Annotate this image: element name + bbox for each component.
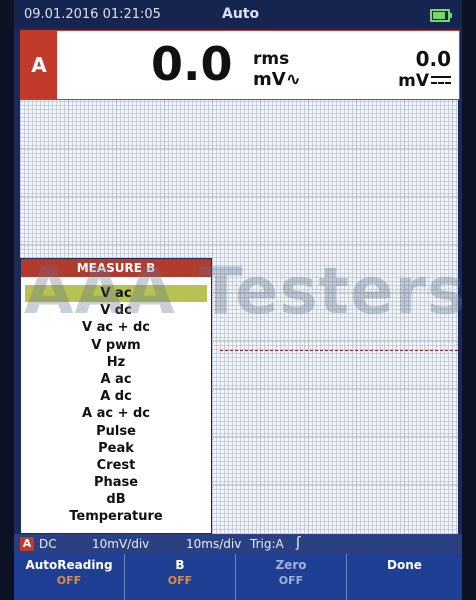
channel-badge: A xyxy=(21,31,57,99)
ac-wave-icon: ∿ xyxy=(285,69,301,90)
coupling-label: DC xyxy=(39,537,57,551)
meter-screen: 09.01.2016 01:21:05 Auto A 0.0 rms mV∿ 0… xyxy=(14,0,465,600)
unit-text: mV xyxy=(253,69,286,90)
secondary-unit: mV xyxy=(398,71,451,91)
menu-item[interactable]: Pulse xyxy=(21,423,211,440)
channel-indicator: A xyxy=(20,537,34,551)
trigger-edge-icon: ʃ xyxy=(296,535,301,551)
main-reading-value: 0.0 xyxy=(151,37,233,91)
softkey-value: OFF xyxy=(56,574,82,587)
info-bar: A DC 10mV/div 10ms/div Trig:A ʃ xyxy=(14,534,462,554)
watermark-text: AAA Testers xyxy=(24,255,467,329)
reading-panel: A 0.0 rms mV∿ 0.0 mV xyxy=(20,30,460,100)
menu-item[interactable]: Peak xyxy=(21,440,211,457)
menu-item[interactable]: Phase xyxy=(21,474,211,491)
secondary-unit-text: mV xyxy=(398,71,429,91)
zero-softkey[interactable]: Zero OFF xyxy=(236,554,347,600)
softkey-bar: AutoReading OFF B OFF Zero OFF Done xyxy=(14,554,462,600)
channel-b-softkey[interactable]: B OFF xyxy=(125,554,236,600)
rms-label: rms xyxy=(253,49,290,69)
time-per-div: 10ms/div xyxy=(186,537,242,551)
main-unit: mV∿ xyxy=(253,69,301,90)
menu-item[interactable]: V pwm xyxy=(21,337,211,354)
softkey-label: AutoReading xyxy=(25,558,113,572)
softkey-label: Zero xyxy=(275,558,307,572)
waveform-trace xyxy=(220,350,458,351)
secondary-reading-value: 0.0 xyxy=(415,47,451,71)
menu-item[interactable]: Temperature xyxy=(21,508,211,525)
dc-symbol-icon xyxy=(431,76,451,86)
menu-item[interactable]: A dc xyxy=(21,388,211,405)
date-time: 09.01.2016 01:21:05 xyxy=(24,7,161,22)
volts-per-div: 10mV/div xyxy=(92,537,150,551)
mode-label: Auto xyxy=(222,6,260,22)
menu-item[interactable]: A ac + dc xyxy=(21,405,211,422)
menu-item[interactable]: A ac xyxy=(21,371,211,388)
softkey-label: B xyxy=(175,558,185,572)
softkey-label: Done xyxy=(387,558,422,572)
autoreading-softkey[interactable]: AutoReading OFF xyxy=(14,554,125,600)
done-softkey[interactable]: Done xyxy=(347,554,462,600)
battery-icon xyxy=(430,9,452,22)
menu-item[interactable]: Hz xyxy=(21,354,211,371)
softkey-value: OFF xyxy=(167,574,193,587)
menu-item[interactable]: dB xyxy=(21,491,211,508)
menu-item[interactable]: Crest xyxy=(21,457,211,474)
status-bar: 09.01.2016 01:21:05 Auto xyxy=(14,0,462,28)
trigger-label: Trig:A xyxy=(250,537,284,551)
softkey-value: OFF xyxy=(278,574,304,587)
